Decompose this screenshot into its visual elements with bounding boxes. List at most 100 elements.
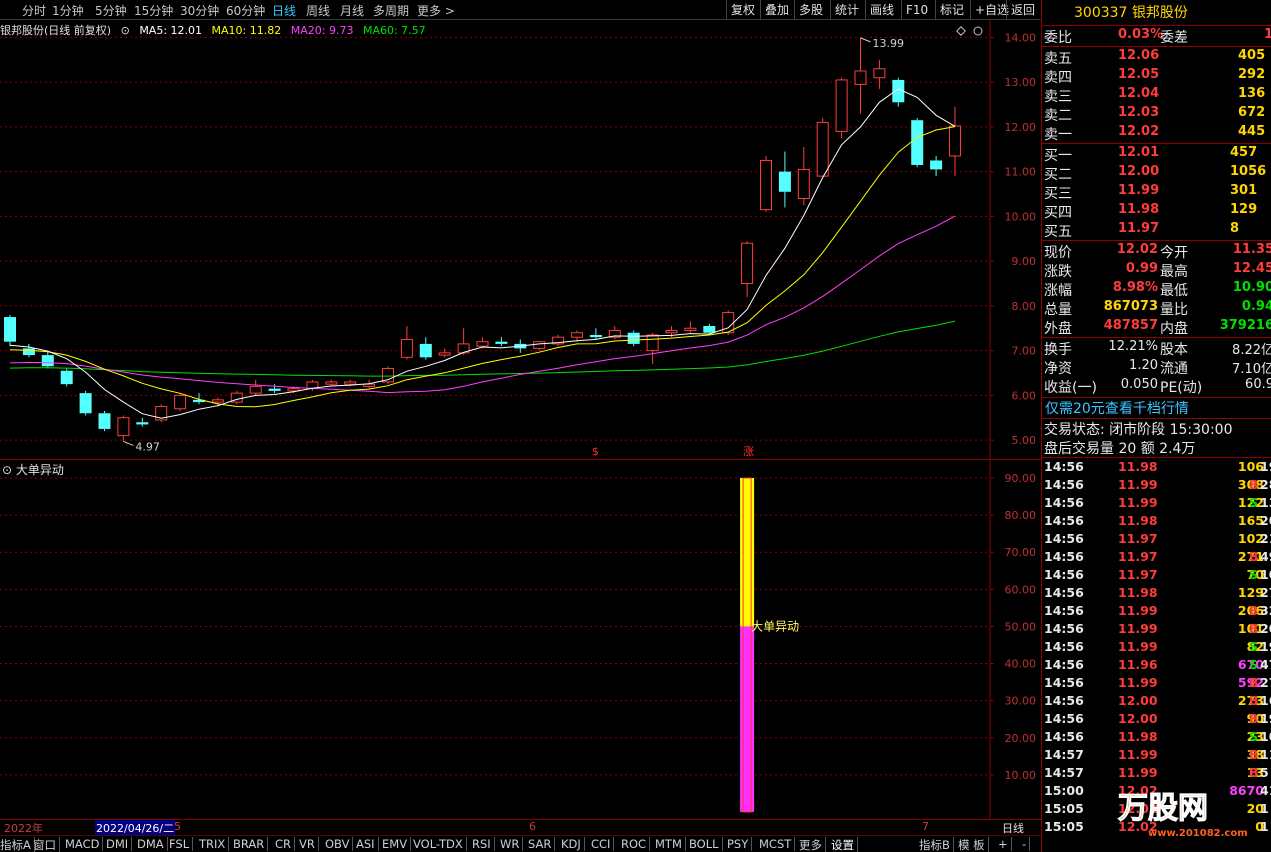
tab-template[interactable]: 模 板 [958, 837, 989, 852]
multi-stock-button[interactable]: 多股 [794, 0, 823, 20]
ask-label: 卖二 [1044, 108, 1072, 124]
tab-boll[interactable]: BOLL [689, 837, 723, 851]
ask-price: 12.06 [1118, 48, 1160, 63]
tick-side: S [1249, 495, 1259, 510]
tab-sar[interactable]: SAR [528, 837, 556, 851]
chevron-down-icon[interactable]: ⊙ [2, 463, 12, 477]
candle-body [778, 171, 791, 192]
candle-body [760, 159, 772, 211]
tab-rsi[interactable]: RSI [472, 837, 495, 851]
tab-dmi[interactable]: DMI [106, 837, 133, 851]
tick-count: 20 [1260, 621, 1271, 636]
draw-line-button[interactable]: 画线 [865, 0, 894, 20]
stat-value: 7.10亿 [1232, 362, 1271, 377]
y-tick-label: 20.00 [1005, 732, 1037, 745]
tab-indicator-b[interactable]: 指标B [919, 837, 954, 852]
period-daily-button[interactable]: 日线 [1002, 820, 1024, 836]
y-tick-label: 7.00 [1012, 345, 1037, 358]
tab-brar[interactable]: BRAR [233, 837, 269, 851]
tick-side: B [1249, 747, 1259, 762]
ask-price: 12.03 [1118, 105, 1160, 120]
ask-level: 卖一 12.02 445 [1042, 124, 1271, 143]
tab-mtm[interactable]: MTM [655, 837, 686, 851]
tab-trix[interactable]: TRIX [199, 837, 230, 851]
watermark-text: 万股网 [1118, 791, 1208, 826]
candle-body [438, 352, 451, 356]
y-tick-label: 14.00 [1005, 31, 1037, 44]
period-weekly[interactable]: 周线 [306, 2, 330, 19]
tab-asi[interactable]: ASI [356, 837, 379, 851]
statistics-button[interactable]: 统计 [830, 0, 859, 20]
period-more[interactable]: 更多 > [417, 2, 455, 19]
tab-psy[interactable]: PSY [727, 837, 753, 851]
indicator-title[interactable]: ⊙ 大单异动 [2, 461, 64, 478]
candles [4, 37, 961, 442]
tick-row: 14:5611.9823S10 [1042, 729, 1271, 747]
period-30min[interactable]: 30分钟 [180, 2, 219, 19]
kline-chart[interactable]: 14.00 13.00 12.00 11.00 10.00 9.00 8.00 7.00 6.0… [0, 20, 1041, 820]
tab-settings[interactable]: 设置 [831, 837, 858, 852]
tab-vr[interactable]: VR [299, 837, 319, 851]
signal-bar-lower [740, 626, 755, 812]
tab-macd[interactable]: MACD [65, 837, 104, 851]
period-5min[interactable]: 5分钟 [95, 2, 127, 19]
diamond-icon [956, 26, 966, 36]
f10-button[interactable]: F10 [901, 0, 928, 20]
tab-window[interactable]: 窗口 [33, 837, 60, 852]
period-15min[interactable]: 15分钟 [134, 2, 173, 19]
tick-volume: 165 [1237, 513, 1264, 528]
stat-label: 涨跌 [1044, 264, 1072, 280]
tick-price: 11.99 [1118, 765, 1158, 780]
period-monthly[interactable]: 月线 [340, 2, 364, 19]
stat-label: 外盘 [1044, 321, 1072, 337]
tab-emv[interactable]: EMV [382, 837, 412, 851]
bid-volume: 129 [1230, 202, 1258, 217]
zoom-out-button[interactable]: - [1022, 837, 1031, 851]
tab-kdj[interactable]: KDJ [561, 837, 585, 851]
tab-roc[interactable]: ROC [621, 837, 651, 851]
ask-label: 卖四 [1044, 70, 1072, 86]
tab-indicator-a[interactable]: 指标A [0, 837, 35, 852]
bid-price: 11.97 [1118, 221, 1160, 236]
bid-volume: 301 [1230, 183, 1258, 198]
period-multi[interactable]: 多周期 [373, 2, 409, 19]
tab-fsl[interactable]: FSL [169, 837, 194, 851]
mark-button[interactable]: 标记 [935, 0, 964, 20]
tab-more[interactable]: 更多 [799, 837, 826, 852]
candle-body [627, 332, 640, 344]
zoom-in-button[interactable]: + [998, 837, 1012, 851]
tab-dma[interactable]: DMA [137, 837, 168, 851]
tick-row: 14:5612.00273B16 [1042, 693, 1271, 711]
ask-label: 卖五 [1044, 51, 1072, 67]
tab-wr[interactable]: WR [500, 837, 524, 851]
collapse-icon[interactable]: ⊙ [121, 24, 130, 37]
period-daily[interactable]: 日线 [272, 2, 296, 19]
candle-body [287, 388, 300, 392]
fuquan-button[interactable]: 复权 [726, 0, 755, 20]
period-60min[interactable]: 60分钟 [226, 2, 265, 19]
tab-cr[interactable]: CR [275, 837, 296, 851]
tick-side: B [1249, 621, 1259, 636]
candle-body [363, 383, 376, 387]
tab-vol-tdx[interactable]: VOL-TDX [413, 837, 467, 851]
tick-price: 11.99 [1118, 675, 1158, 690]
tick-row: 14:56 11.97 10221 [1042, 531, 1271, 549]
level2-promo-link[interactable]: 仅需20元查看千档行情 [1042, 398, 1271, 418]
ask-price: 12.04 [1118, 86, 1160, 101]
period-fenshi[interactable]: 分时 [22, 2, 46, 19]
overlay-button[interactable]: 叠加 [760, 0, 789, 20]
stat-value: 0.94 [1241, 299, 1271, 314]
back-button[interactable]: 返回 [1006, 0, 1035, 20]
tick-price: 12.00 [1118, 693, 1158, 708]
tab-obv[interactable]: OBV [325, 837, 354, 851]
tick-price: 11.98 [1118, 585, 1158, 600]
period-1min[interactable]: 1分钟 [52, 2, 84, 19]
tab-cci[interactable]: CCI [591, 837, 615, 851]
add-watchlist-button[interactable]: +自选 [970, 0, 1009, 20]
y-tick-label: 12.00 [1005, 121, 1037, 134]
stat-label: 换手 [1044, 342, 1072, 358]
stat-row: 收益(一) 0.050PE(动) 60.9 [1042, 377, 1271, 396]
tick-time: 14:56 [1044, 585, 1084, 600]
tab-mcst[interactable]: MCST [759, 837, 796, 851]
ask-level: 卖三 12.04 136 [1042, 86, 1271, 105]
